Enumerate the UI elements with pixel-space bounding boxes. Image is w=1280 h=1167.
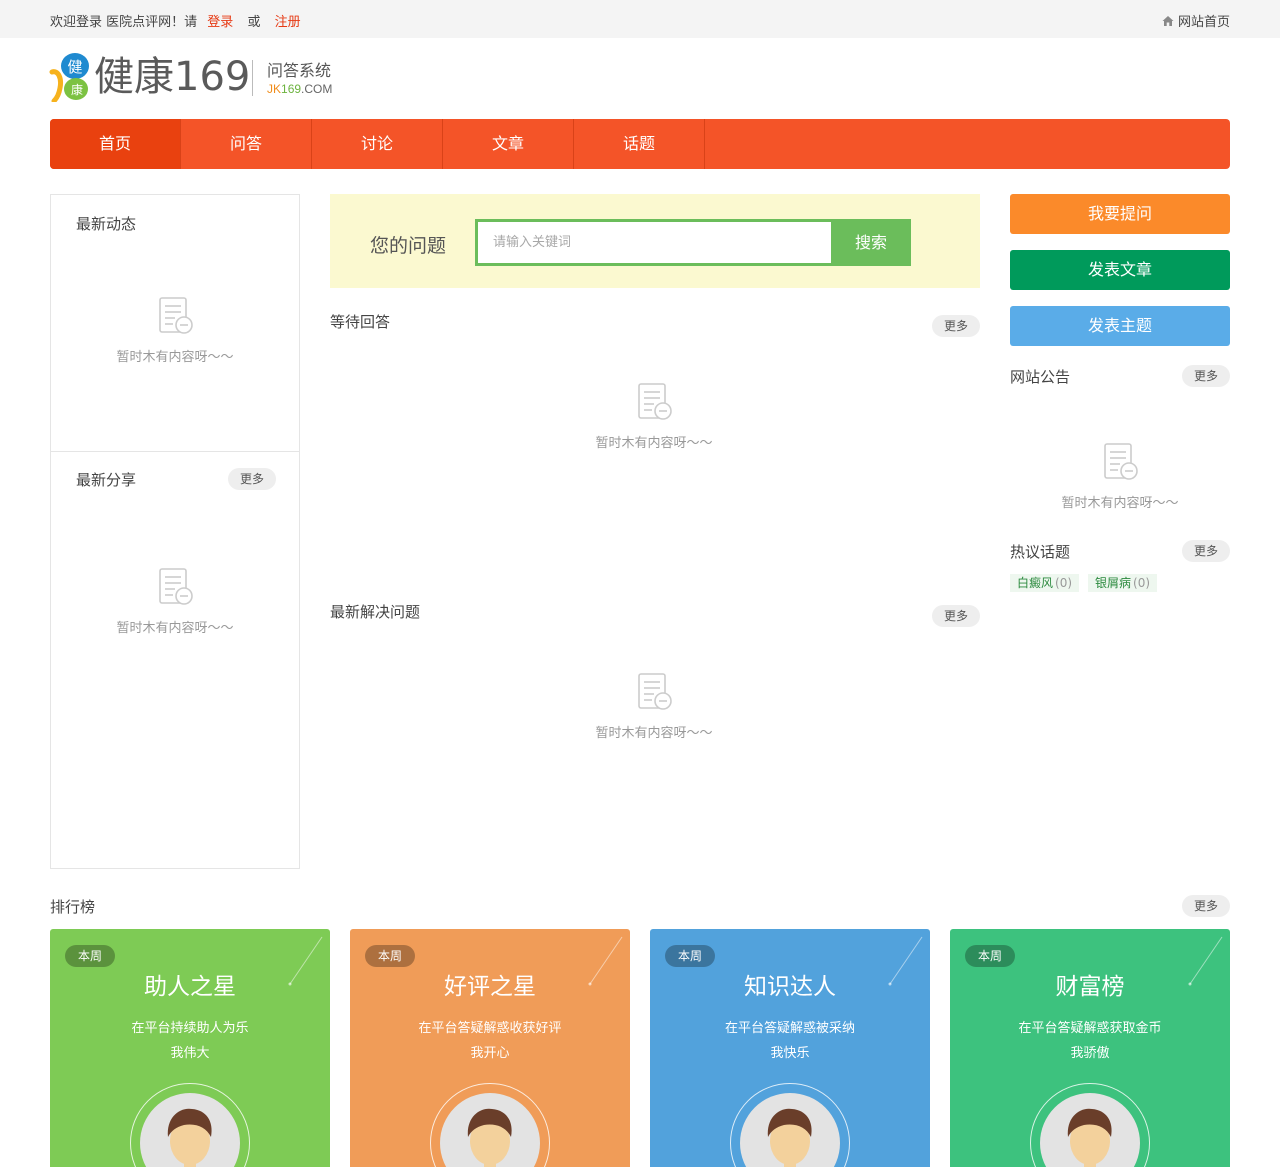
logo-divider — [252, 60, 253, 96]
tag-count: (0) — [1133, 576, 1151, 590]
nav-item-discussion[interactable]: 讨论 — [312, 119, 443, 169]
site-logo[interactable]: 健 康 健康169 问答系统 JK169.COM — [48, 50, 368, 104]
or-text: 或 — [247, 15, 261, 30]
latest-share-title: 最新分享 — [76, 471, 137, 489]
logo-url: JK169.COM — [267, 82, 332, 96]
nav-item-home[interactable]: 首页 — [50, 119, 181, 169]
solved-questions-more-button[interactable]: 更多 — [932, 605, 980, 627]
site-notice-empty: 暂时木有内容呀～～ — [1020, 442, 1220, 511]
rank-card-desc-2: 我快乐 — [770, 1046, 810, 1061]
main-nav: 首页 问答 讨论 文章 话题 — [50, 119, 1230, 169]
solved-questions-title: 最新解决问题 — [330, 603, 421, 621]
rank-card-desc-1: 在平台答疑解惑收获好评 — [418, 1021, 562, 1036]
site-notice-more-button[interactable]: 更多 — [1182, 365, 1230, 387]
waiting-answer-empty: 暂时木有内容呀～～ — [554, 382, 754, 451]
rank-card-praise[interactable]: 本周 好评之星 在平台答疑解惑收获好评 我开心 — [350, 929, 630, 1167]
ranking-more-button[interactable]: 更多 — [1182, 895, 1230, 917]
search-input[interactable] — [475, 219, 832, 266]
empty-text: 暂时木有内容呀～～ — [595, 726, 713, 741]
empty-doc-icon — [155, 296, 195, 336]
rank-card-title: 助人之星 — [144, 974, 236, 1000]
rank-card-desc-1: 在平台答疑解惑获取金币 — [1018, 1021, 1162, 1036]
waiting-answer-more-button[interactable]: 更多 — [932, 315, 980, 337]
latest-share-empty: 暂时木有内容呀～～ — [75, 567, 275, 636]
logo-url-jk: JK — [267, 82, 282, 96]
tag-name: 银屑病 — [1095, 576, 1132, 590]
rank-card-wealth[interactable]: 本周 财富榜 在平台答疑解惑获取金币 我骄傲 — [950, 929, 1230, 1167]
rank-card-desc-2: 我伟大 — [170, 1046, 210, 1061]
week-badge: 本周 — [365, 945, 415, 967]
empty-text: 暂时木有内容呀～～ — [1061, 496, 1179, 511]
divider — [51, 451, 299, 452]
rank-card-title: 财富榜 — [1055, 974, 1125, 1000]
hot-topics-title: 热议话题 — [1010, 543, 1071, 561]
hot-topic-tag[interactable]: 银屑病 (0) — [1088, 574, 1158, 592]
empty-text: 暂时木有内容呀～～ — [116, 621, 234, 636]
empty-doc-icon — [1100, 442, 1140, 482]
logo-mark-icon: 健 康 — [48, 52, 92, 104]
week-badge: 本周 — [965, 945, 1015, 967]
week-badge: 本周 — [665, 945, 715, 967]
post-topic-button[interactable]: 发表主题 — [1010, 306, 1230, 346]
nav-item-qa[interactable]: 问答 — [181, 119, 312, 169]
logo-mark-char-top: 健 — [67, 58, 82, 76]
welcome-area: 欢迎登录 医院点评网！请 登录 或 注册 — [50, 11, 307, 30]
hot-topics-more-button[interactable]: 更多 — [1182, 540, 1230, 562]
rank-card-expert[interactable]: 本周 知识达人 在平台答疑解惑被采纳 我快乐 — [650, 929, 930, 1167]
ranking-title: 排行榜 — [50, 898, 96, 916]
rank-card-desc-2: 我开心 — [470, 1046, 510, 1061]
rank-card-desc-1: 在平台持续助人为乐 — [131, 1021, 249, 1036]
empty-doc-icon — [155, 567, 195, 607]
search-label: 您的问题 — [370, 235, 447, 257]
latest-share-more-button[interactable]: 更多 — [228, 468, 276, 490]
logo-brand: 健康169 — [94, 54, 251, 100]
logo-url-com: .COM — [301, 82, 333, 96]
hot-topic-tag[interactable]: 白癜风 (0) — [1010, 574, 1080, 592]
ask-question-button[interactable]: 我要提问 — [1010, 194, 1230, 234]
search-panel: 您的问题 搜索 — [330, 194, 980, 288]
rank-card-desc-2: 我骄傲 — [1070, 1046, 1110, 1061]
site-home-label: 网站首页 — [1177, 15, 1230, 30]
logo-subtitle: 问答系统 — [267, 61, 332, 80]
empty-text: 暂时木有内容呀～～ — [595, 436, 713, 451]
latest-activity-title: 最新动态 — [76, 215, 137, 233]
empty-doc-icon — [634, 672, 674, 712]
left-sidebar: 最新动态 暂时木有内容呀～～ 最新分享 更多 暂时木有内容呀～～ — [50, 194, 300, 869]
tag-name: 白癜风 — [1017, 576, 1054, 590]
rank-card-title: 知识达人 — [744, 974, 836, 1000]
rank-card-desc-1: 在平台答疑解惑被采纳 — [724, 1021, 855, 1036]
week-badge: 本周 — [65, 945, 115, 967]
logo-url-169: 169 — [281, 82, 302, 96]
nav-item-topic[interactable]: 话题 — [574, 119, 705, 169]
site-home-link[interactable]: 网站首页 — [1162, 11, 1230, 30]
welcome-text: 欢迎登录 医院点评网！请 — [50, 15, 198, 30]
search-button[interactable]: 搜索 — [831, 219, 911, 266]
rank-card-helper[interactable]: 本周 助人之星 在平台持续助人为乐 我伟大 — [50, 929, 330, 1167]
solved-questions-empty: 暂时木有内容呀～～ — [554, 672, 754, 741]
logo-mark-char-bottom: 康 — [71, 82, 83, 97]
latest-activity-empty: 暂时木有内容呀～～ — [75, 296, 275, 365]
site-notice-title: 网站公告 — [1010, 368, 1071, 386]
waiting-answer-title: 等待回答 — [330, 313, 391, 331]
top-bar: 欢迎登录 医院点评网！请 登录 或 注册 网站首页 — [0, 0, 1280, 38]
login-link[interactable]: 登录 — [207, 15, 233, 30]
empty-text: 暂时木有内容呀～～ — [116, 350, 234, 365]
register-link[interactable]: 注册 — [275, 15, 301, 30]
rank-card-title: 好评之星 — [444, 974, 536, 1000]
empty-doc-icon — [634, 382, 674, 422]
home-icon — [1162, 15, 1174, 27]
post-article-button[interactable]: 发表文章 — [1010, 250, 1230, 290]
nav-item-article[interactable]: 文章 — [443, 119, 574, 169]
tag-count: (0) — [1055, 576, 1073, 590]
